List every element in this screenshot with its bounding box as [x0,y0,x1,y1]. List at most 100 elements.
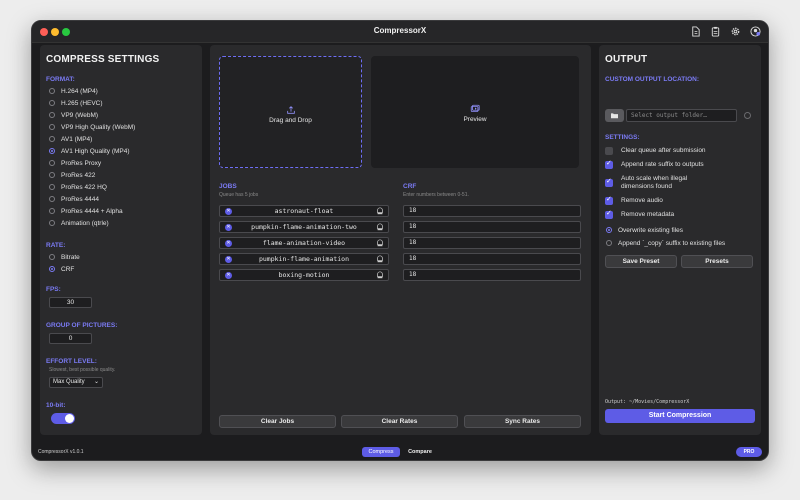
radio-icon [49,136,55,142]
fps-label: FPS: [46,286,61,293]
radio-icon [49,254,55,260]
remove-job-icon[interactable]: ✕ [225,240,232,247]
job-name: pumpkin-flame-animation-two [251,223,357,231]
crf-input[interactable]: 18 [403,205,581,217]
format-option-selected[interactable]: AV1 High Quality (MP4) [49,146,130,156]
boxing-glove-icon[interactable] [376,255,384,263]
boxing-glove-icon[interactable] [376,271,384,279]
sync-rates-button[interactable]: Sync Rates [464,415,581,428]
remove-job-icon[interactable]: ✕ [225,208,232,215]
radio-icon [49,208,55,214]
save-preset-button[interactable]: Save Preset [605,255,677,268]
checkbox-checked-icon [605,210,613,219]
checkbox-checked-icon [605,178,613,187]
radio-icon [49,172,55,178]
format-option[interactable]: ProRes 422 HQ [49,182,107,192]
output-path: Output: ~/Movies/CompressorX [605,399,690,405]
crf-hint: Enter numbers between 0-51. [403,192,469,198]
clear-jobs-button[interactable]: Clear Jobs [219,415,336,428]
format-option[interactable]: H.264 (MP4) [49,86,98,96]
crf-input[interactable]: 18 [403,237,581,249]
crf-label: CRF [403,183,417,190]
radio-icon [49,112,55,118]
format-option[interactable]: AV1 (MP4) [49,134,92,144]
radio-icon [49,100,55,106]
gop-label: GROUP OF PICTURES: [46,322,118,329]
bottom-bar: CompressorX v1.0.1 Compress Compare PRO [32,442,768,460]
remove-audio-checkbox[interactable]: Remove audio [605,196,663,205]
radio-icon [49,220,55,226]
job-name: flame-animation-video [262,239,346,247]
format-label: FORMAT: [46,76,75,83]
gop-input[interactable]: 0 [49,333,92,344]
crf-input[interactable]: 18 [403,269,581,281]
rate-option-crf[interactable]: CRF [49,264,74,274]
settings-label: SETTINGS: [605,134,640,141]
output-folder-input[interactable]: Select output folder… [626,109,737,122]
radio-selected-icon [606,227,612,233]
job-name: boxing-motion [278,271,330,279]
preview-label: Preview [463,116,487,123]
presets-button[interactable]: Presets [681,255,753,268]
radio-icon [49,124,55,130]
radio-icon [49,184,55,190]
overwrite-option[interactable]: Overwrite existing files [606,225,683,235]
folder-picker-button[interactable] [605,109,624,122]
drop-zone[interactable]: Drag and Drop [219,56,362,168]
rate-option-bitrate[interactable]: Bitrate [49,252,80,262]
gear-icon[interactable] [729,25,742,38]
effort-hint: Slowest, best possible quality. [49,367,116,373]
start-compression-button[interactable]: Start Compression [605,409,755,423]
clear-queue-checkbox[interactable]: Clear queue after submission [605,147,706,155]
tab-compare[interactable]: Compare [405,447,435,457]
job-row: ✕ pumpkin-flame-animation [219,253,389,265]
boxing-glove-icon[interactable] [376,207,384,215]
radio-selected-icon [49,148,55,154]
boxing-glove-icon[interactable] [376,239,384,247]
remove-job-icon[interactable]: ✕ [225,256,232,263]
output-heading: OUTPUT [605,54,648,65]
clear-rates-button[interactable]: Clear Rates [341,415,458,428]
copy-suffix-option[interactable]: Append `_copy` suffix to existing files [606,238,725,248]
format-option[interactable]: VP9 High Quality (WebM) [49,122,135,132]
radio-icon [49,196,55,202]
crf-input[interactable]: 18 [403,221,581,233]
format-option[interactable]: VP9 (WebM) [49,110,98,120]
title-bar: CompressorX [32,21,768,43]
format-option[interactable]: H.265 (HEVC) [49,98,103,108]
format-option[interactable]: ProRes 4444 + Alpha [49,206,123,216]
job-row: ✕ boxing-motion [219,269,389,281]
boxing-glove-icon[interactable] [376,223,384,231]
crf-input[interactable]: 18 [403,253,581,265]
clear-folder-icon[interactable] [744,112,751,119]
remove-job-icon[interactable]: ✕ [225,272,232,279]
checkbox-icon [605,147,613,155]
format-option[interactable]: ProRes Proxy [49,158,101,168]
format-option[interactable]: ProRes 422 [49,170,95,180]
effort-level-select[interactable]: Max Quality ⌄ [49,377,103,388]
account-icon[interactable] [749,25,762,38]
ten-bit-toggle[interactable] [51,413,75,424]
fps-input[interactable]: 30 [49,297,92,308]
version-label: CompressorX v1.0.1 [38,449,84,455]
jobs-hint: Queue has 5 jobs [219,192,259,198]
pro-badge[interactable]: PRO [736,447,762,457]
format-option[interactable]: Animation (qtrle) [49,218,109,228]
remove-job-icon[interactable]: ✕ [225,224,232,231]
clipboard-icon[interactable] [709,25,722,38]
job-name: pumpkin-flame-animation [258,255,349,263]
auto-scale-checkbox[interactable]: Auto scale when illegal dimensions found [605,175,715,191]
rate-label: RATE: [46,242,66,249]
radio-selected-icon [49,266,55,272]
append-rate-suffix-checkbox[interactable]: Append rate suffix to outputs [605,160,704,169]
radio-icon [606,240,612,246]
chevron-down-icon: ⌄ [93,379,99,385]
format-option[interactable]: ProRes 4444 [49,194,99,204]
remove-metadata-checkbox[interactable]: Remove metadata [605,210,674,219]
preview-area[interactable]: Preview [371,56,579,168]
job-row: ✕ pumpkin-flame-animation-two [219,221,389,233]
tab-compress[interactable]: Compress [362,447,400,457]
folder-icon [611,113,618,119]
document-icon[interactable] [689,25,702,38]
job-name: astronaut-float [274,207,334,215]
